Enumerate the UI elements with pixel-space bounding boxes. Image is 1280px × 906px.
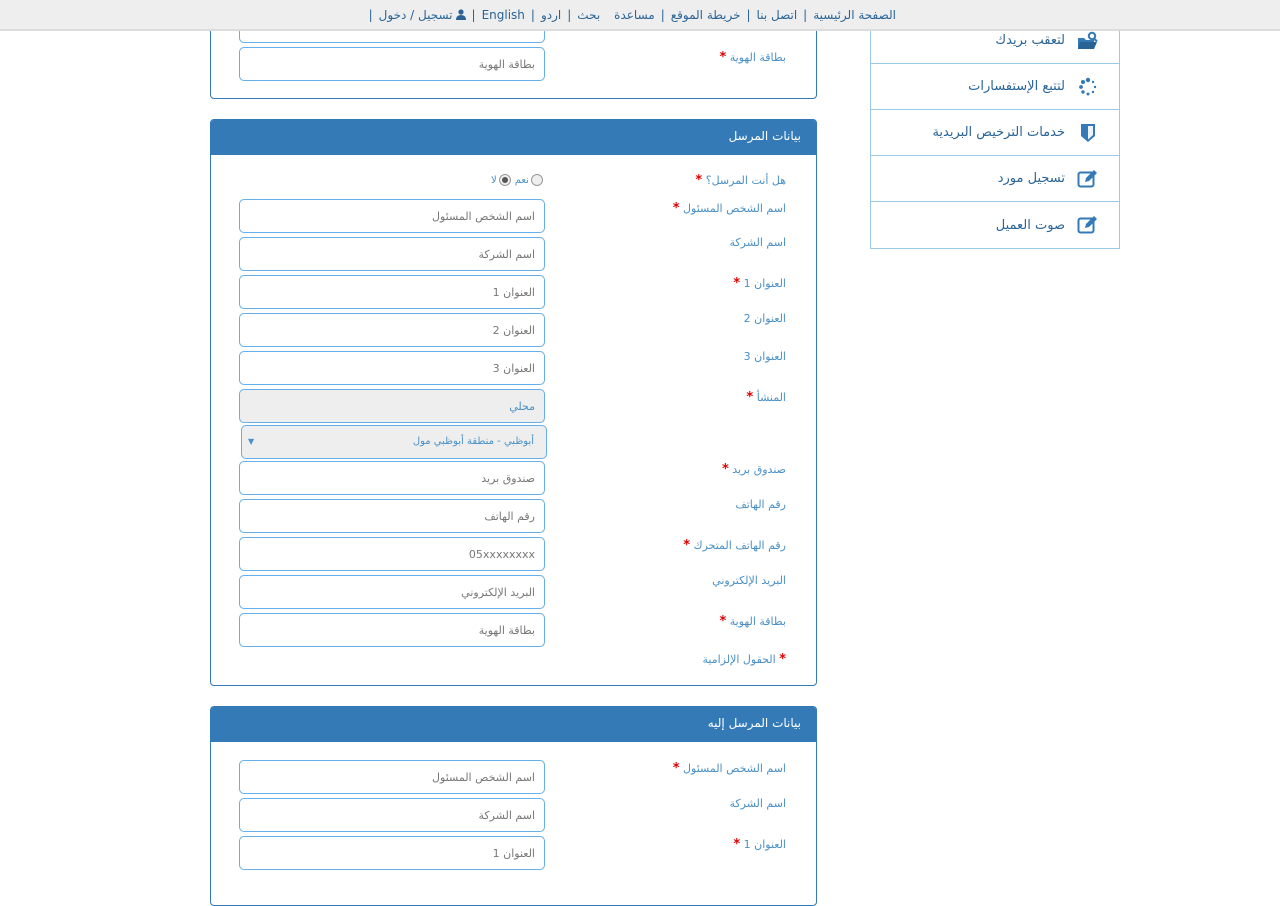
recipient-company-input[interactable] bbox=[239, 798, 545, 832]
recipient-company-label: اسم الشركة bbox=[729, 797, 786, 810]
sidebar-item-customer-voice[interactable]: صوت العميل bbox=[871, 202, 1119, 248]
sender-address3-label: العنوان 3 bbox=[743, 350, 786, 363]
nav-home[interactable]: الصفحة الرئيسية bbox=[813, 8, 896, 22]
folder-search-icon bbox=[1077, 30, 1099, 52]
sender-email-input[interactable] bbox=[239, 575, 545, 609]
sidebar-item-label: لتتبع الإستفسارات bbox=[968, 79, 1065, 94]
sender-email-label: البريد الإلكتروني bbox=[712, 574, 786, 587]
sender-mobile-label: رقم الهاتف المتحرك * bbox=[683, 538, 786, 553]
sender-id-card-label: بطاقة الهوية * bbox=[719, 614, 786, 629]
sender-company-label: اسم الشركة bbox=[729, 236, 786, 249]
sender-contact-person-label: اسم الشخص المسئول * bbox=[672, 201, 786, 216]
sender-area-select-value: أبوظبي - منطقة أبوظبي مول bbox=[412, 436, 534, 447]
nav-contact[interactable]: اتصل بنا bbox=[757, 8, 798, 22]
radio-no-label: لا bbox=[491, 174, 497, 186]
separator: | bbox=[746, 8, 751, 22]
sidebar-item-label: خدمات الترخيص البريدية bbox=[932, 125, 1065, 140]
sender-po-box-input[interactable] bbox=[239, 461, 545, 495]
sender-mobile-input[interactable] bbox=[239, 537, 545, 571]
sender-area-select[interactable]: أبوظبي - منطقة أبوظبي مول ▼ bbox=[241, 425, 547, 459]
recipient-address1-input[interactable] bbox=[239, 836, 545, 870]
sender-panel: بيانات المرسل هل أنت المرسل؟ * نعم لا اس… bbox=[210, 119, 817, 686]
sender-panel-title: بيانات المرسل bbox=[211, 120, 816, 155]
nav-login-label: تسجيل / دخول bbox=[378, 8, 453, 22]
sidebar-item-postal-licensing[interactable]: خدمات الترخيص البريدية bbox=[871, 110, 1119, 156]
nav-search[interactable]: بحث bbox=[577, 8, 600, 22]
sender-address1-label: العنوان 1 * bbox=[733, 276, 786, 291]
recipient-contact-person-label: اسم الشخص المسئول * bbox=[672, 761, 786, 776]
are-you-sender-label: هل أنت المرسل؟ * bbox=[695, 173, 786, 188]
required-fields-note: * الحقول الإلزامية bbox=[702, 652, 786, 667]
radio-yes-label: نعم bbox=[514, 174, 529, 186]
separator: | bbox=[530, 8, 535, 22]
sender-po-box-label: صندوق بريد * bbox=[721, 462, 786, 477]
chevron-down-icon: ▼ bbox=[248, 437, 255, 446]
nav-sitemap[interactable]: خريطة الموقع bbox=[671, 8, 741, 22]
separator: | bbox=[803, 8, 808, 22]
sender-phone-label: رقم الهاتف bbox=[735, 498, 786, 511]
recipient-panel-title: بيانات المرسل إليه bbox=[211, 707, 816, 742]
sender-company-input[interactable] bbox=[239, 237, 545, 271]
separator: | bbox=[660, 8, 665, 22]
sidebar-item-track-inquiries[interactable]: لتتبع الإستفسارات bbox=[871, 64, 1119, 110]
spinner-icon bbox=[1077, 76, 1099, 98]
sender-origin-input bbox=[239, 389, 545, 423]
sidebar-item-supplier-registration[interactable]: تسجيل مورد bbox=[871, 156, 1119, 202]
previous-id-card-label: بطاقة الهوية * bbox=[719, 50, 786, 65]
sender-contact-person-input[interactable] bbox=[239, 199, 545, 233]
recipient-panel: بيانات المرسل إليه اسم الشخص المسئول * ا… bbox=[210, 706, 817, 906]
shield-icon bbox=[1077, 122, 1099, 144]
sender-address3-input[interactable] bbox=[239, 351, 545, 385]
separator: | bbox=[368, 8, 373, 22]
sidebar: لتعقب بريدك لتتبع الإستفسارات خدمات التر… bbox=[870, 18, 1120, 249]
sidebar-item-label: صوت العميل bbox=[995, 217, 1065, 233]
top-navigation-bar: الصفحة الرئيسية | اتصل بنا | خريطة الموق… bbox=[0, 0, 1280, 31]
sidebar-item-label: لتعقب بريدك bbox=[995, 33, 1065, 48]
nav-english[interactable]: English bbox=[482, 8, 525, 22]
edit-icon bbox=[1077, 214, 1099, 236]
sender-address2-input[interactable] bbox=[239, 313, 545, 347]
sidebar-item-label: تسجيل مورد bbox=[997, 171, 1065, 186]
top-nav: الصفحة الرئيسية | اتصل بنا | خريطة الموق… bbox=[369, 8, 896, 22]
sender-origin-label: المنشأ * bbox=[746, 390, 786, 405]
recipient-address1-label: العنوان 1 * bbox=[733, 837, 786, 852]
user-icon bbox=[455, 9, 466, 20]
sender-address1-input[interactable] bbox=[239, 275, 545, 309]
nav-urdu[interactable]: اردو bbox=[541, 8, 561, 22]
nav-login[interactable]: تسجيل / دخول bbox=[379, 8, 466, 22]
sender-address2-label: العنوان 2 bbox=[743, 312, 786, 325]
previous-id-card-input[interactable] bbox=[239, 47, 545, 81]
separator: | bbox=[567, 8, 572, 22]
are-you-sender-radio-group: نعم لا bbox=[491, 174, 543, 186]
radio-yes[interactable] bbox=[530, 174, 543, 186]
radio-no[interactable] bbox=[498, 174, 511, 186]
sender-id-card-input[interactable] bbox=[239, 613, 545, 647]
edit-icon bbox=[1077, 168, 1099, 190]
sender-phone-input[interactable] bbox=[239, 499, 545, 533]
separator: | bbox=[471, 8, 476, 22]
recipient-contact-person-input[interactable] bbox=[239, 760, 545, 794]
required-asterisk: * bbox=[719, 50, 727, 65]
nav-help[interactable]: مساعدة bbox=[614, 8, 655, 22]
